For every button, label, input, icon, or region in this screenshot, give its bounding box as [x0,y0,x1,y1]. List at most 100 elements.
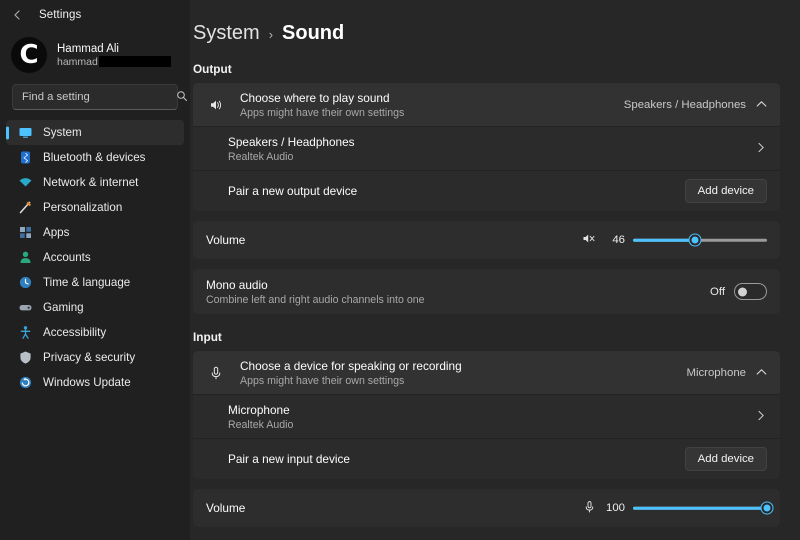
update-refresh-icon [18,375,33,390]
sidebar-item-label: Privacy & security [43,351,135,364]
output-volume-slider[interactable] [633,233,767,247]
sidebar-item-personalization[interactable]: Personalization [6,195,184,220]
mono-audio-text: Mono audio Combine left and right audio … [206,278,710,306]
sidebar-item-label: Time & language [43,276,130,289]
sidebar: Settings C Hammad Ali hammad [0,0,190,540]
input-volume-slider[interactable] [633,501,767,515]
slider-thumb[interactable] [689,235,700,246]
search-input[interactable] [22,91,176,103]
sidebar-item-label: Apps [43,226,69,239]
account-email: hammad [57,56,98,68]
add-output-device-button[interactable]: Add device [685,179,767,203]
row-title: Choose a device for speaking or recordin… [240,359,686,373]
sidebar-item-windows-update[interactable]: Windows Update [6,370,184,395]
pair-new-input-device-row: Pair a new input device Add device [193,439,780,479]
gamepad-icon [18,300,33,315]
input-volume-slider-group[interactable]: 100 [582,500,767,516]
mono-audio-card: Mono audio Combine left and right audio … [193,269,780,314]
display-monitor-icon [18,125,33,140]
sidebar-item-label: Accessibility [43,326,106,339]
chevron-up-icon[interactable] [755,99,767,111]
choose-output-device-text: Choose where to play sound Apps might ha… [240,91,624,119]
row-subtitle: Apps might have their own settings [240,107,624,119]
output-device-item-row[interactable]: Speakers / Headphones Realtek Audio [193,127,780,171]
input-volume-value: 100 [604,502,625,514]
page-title: Sound [282,22,344,45]
row-title: Volume [206,501,582,515]
sidebar-item-system[interactable]: System [6,120,184,145]
account-email-row: hammad [57,56,171,68]
apps-grid-icon [18,225,33,240]
person-icon [18,250,33,265]
mono-audio-toggle[interactable] [734,283,767,300]
pair-output-text: Pair a new output device [228,184,685,198]
selected-input-device: Microphone [686,367,746,379]
breadcrumb-parent[interactable]: System [193,22,260,45]
output-volume-text: Volume [206,233,582,247]
wifi-icon [18,175,33,190]
output-device-item-chevron-group[interactable] [755,141,767,156]
sidebar-nav: System Bluetooth & devices Network [0,120,190,395]
account-card[interactable]: C Hammad Ali hammad [0,30,190,82]
slider-thumb[interactable] [762,503,773,514]
output-section-heading: Output [190,62,790,76]
input-device-item-row[interactable]: Microphone Realtek Audio [193,395,780,439]
microphone-icon[interactable] [582,500,596,516]
choose-output-device-value-group[interactable]: Speakers / Headphones [624,99,767,111]
output-volume-card: Volume 46 [193,221,780,259]
mono-audio-row[interactable]: Mono audio Combine left and right audio … [193,269,780,314]
sidebar-item-privacy-security[interactable]: Privacy & security [6,345,184,370]
sidebar-item-accessibility[interactable]: Accessibility [6,320,184,345]
content-pane: System › Sound Output Choose [190,0,800,540]
input-device-item-chevron-group[interactable] [755,409,767,424]
bluetooth-icon [18,150,33,165]
sidebar-item-label: Bluetooth & devices [43,151,145,164]
add-input-device-button[interactable]: Add device [685,447,767,471]
output-volume-value: 46 [604,234,625,246]
mono-audio-toggle-group[interactable]: Off [710,283,767,300]
sidebar-item-accounts[interactable]: Accounts [6,245,184,270]
slider-fill [633,239,695,242]
accessibility-person-icon [18,325,33,340]
sidebar-item-bluetooth-devices[interactable]: Bluetooth & devices [6,145,184,170]
search-icon[interactable] [176,90,188,105]
output-device-card: Choose where to play sound Apps might ha… [193,83,780,211]
input-volume-card: Volume 100 [193,489,780,527]
pair-new-output-device-row: Pair a new output device Add device [193,171,780,211]
sidebar-item-label: Network & internet [43,176,138,189]
search-box[interactable] [12,84,178,110]
sidebar-item-label: System [43,126,82,139]
sidebar-item-apps[interactable]: Apps [6,220,184,245]
row-title: Microphone [228,403,755,417]
pair-input-text: Pair a new input device [228,452,685,466]
output-volume-slider-group[interactable]: 46 [582,232,767,248]
row-title: Choose where to play sound [240,91,624,105]
choose-output-device-row[interactable]: Choose where to play sound Apps might ha… [193,83,780,127]
sidebar-item-network-internet[interactable]: Network & internet [6,170,184,195]
speaker-mute-icon[interactable] [582,232,596,248]
chevron-right-icon[interactable] [755,409,767,424]
sidebar-item-gaming[interactable]: Gaming [6,295,184,320]
sidebar-item-time-language[interactable]: Time & language [6,270,184,295]
speaker-icon [206,97,226,113]
row-title: Pair a new input device [228,452,685,466]
toggle-knob [738,287,747,296]
sidebar-item-label: Personalization [43,201,122,214]
choose-input-device-value-group[interactable]: Microphone [686,367,767,379]
account-text: Hammad Ali hammad [57,43,171,68]
clock-icon [18,275,33,290]
input-device-card: Choose a device for speaking or recordin… [193,351,780,479]
row-title: Speakers / Headphones [228,135,755,149]
chevron-up-icon[interactable] [755,367,767,379]
choose-input-device-row[interactable]: Choose a device for speaking or recordin… [193,351,780,395]
selected-output-device: Speakers / Headphones [624,99,746,111]
search-container [0,82,190,120]
output-volume-row[interactable]: Volume 46 [193,221,780,259]
sidebar-item-label: Gaming [43,301,84,314]
settings-window: Settings C Hammad Ali hammad [0,0,800,540]
input-volume-row[interactable]: Volume 100 [193,489,780,527]
chevron-right-icon[interactable] [755,141,767,156]
row-subtitle: Realtek Audio [228,151,755,163]
paintbrush-icon [18,200,33,215]
back-arrow-icon[interactable] [11,8,25,22]
